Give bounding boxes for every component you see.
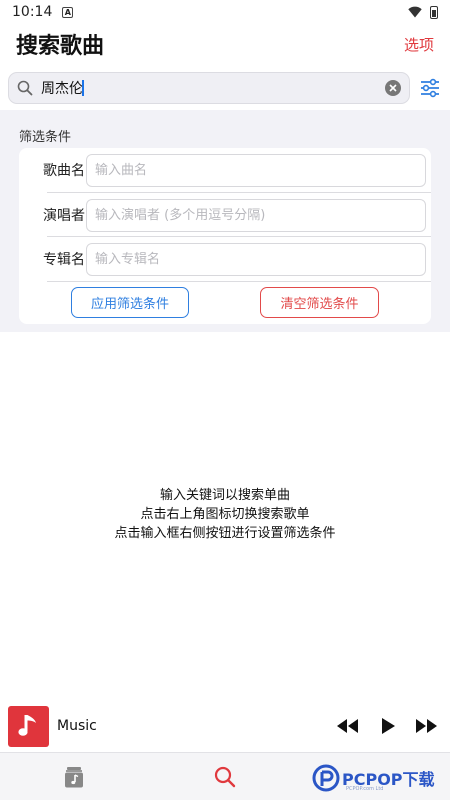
hint-text: 输入关键词以搜索单曲 点击右上角图标切换搜索歌单 点击输入框右侧按钮进行设置筛选… [0,486,450,543]
filter-sliders-icon[interactable] [418,76,442,100]
album-label: 专辑名 [43,252,85,268]
hint-line: 输入关键词以搜索单曲 [159,488,290,503]
play-icon[interactable] [374,716,400,736]
notification-icon: A [62,6,74,18]
song-name-field[interactable] [86,153,426,187]
search-icon [17,80,33,96]
filter-row-album: 专辑名 [19,237,431,281]
options-button[interactable]: 选项 [404,34,434,55]
music-note-icon [17,715,36,736]
player-controls [334,716,440,736]
music-library-icon[interactable] [62,765,86,789]
status-bar: 10:14 A [0,0,450,24]
search-tab-icon[interactable] [213,765,237,789]
clear-filter-button[interactable]: 清空筛选条件 [260,287,379,318]
album-art[interactable] [8,705,49,747]
search-row: 周杰伦 [8,72,442,104]
apply-filter-button[interactable]: 应用筛选条件 [71,287,189,318]
track-title: Music [57,718,97,734]
title-bar: 搜索歌曲 选项 [0,24,450,64]
close-icon [389,84,397,92]
filter-row-artist: 演唱者 [19,193,431,237]
mini-player[interactable]: Music [0,702,450,750]
search-input[interactable]: 周杰伦 [41,78,83,98]
status-icons [408,5,438,19]
watermark-subtext: PCPOP.com Ltd [346,786,384,792]
filter-heading: 筛选条件 [19,130,72,145]
battery-icon [430,5,438,19]
clear-icon[interactable] [385,80,401,96]
album-field[interactable] [86,242,426,276]
search-box[interactable]: 周杰伦 [8,72,410,104]
next-icon[interactable] [414,716,440,736]
artist-field[interactable] [86,198,426,232]
watermark: PCPOP下载 PCPOP.com Ltd [312,760,435,796]
filter-panel: 筛选条件 歌曲名 演唱者 专辑名 应用筛选条件 清空筛选条件 [0,110,450,332]
pcpop-logo-icon [312,764,340,792]
artist-label: 演唱者 [43,208,85,224]
filter-card: 歌曲名 演唱者 专辑名 应用筛选条件 清空筛选条件 [19,148,431,324]
song-name-label: 歌曲名 [43,163,85,179]
text-caret [82,80,84,96]
divider [47,281,431,282]
hint-line: 点击右上角图标切换搜索歌单 [140,507,310,522]
status-time: 10:14 [12,4,53,20]
wifi-icon [408,6,422,18]
previous-icon[interactable] [334,716,360,736]
page-title: 搜索歌曲 [16,34,105,59]
hint-line: 点击输入框右侧按钮进行设置筛选条件 [114,526,336,541]
filter-row-song: 歌曲名 [19,148,431,192]
